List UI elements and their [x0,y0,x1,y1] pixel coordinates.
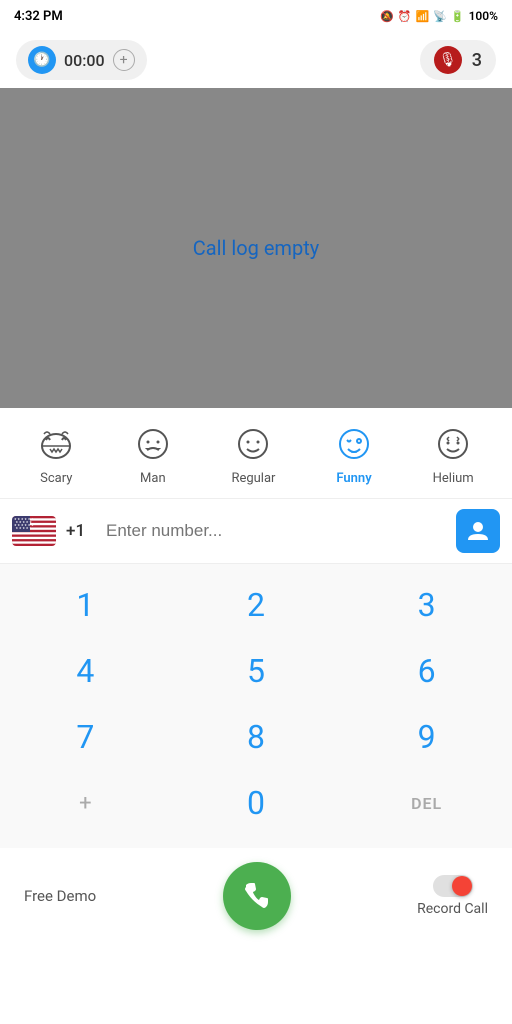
clock-icon: 🕐 [28,46,56,74]
dialpad-key-3[interactable]: 3 [377,574,477,636]
dialpad: 1 2 3 4 5 6 7 8 9 + 0 DEL [0,564,512,848]
dialpad-key-del[interactable]: DEL [377,772,477,834]
svg-text:★ ★ ★ ★ ★: ★ ★ ★ ★ ★ [16,526,33,530]
status-bar: 4:32 PM 🔕 ⏰ 📶 📡 🔋 100% [0,0,512,32]
voice-label-helium: Helium [433,471,474,486]
mic-pill[interactable]: 🎙 3 [420,40,496,80]
timer-value: 00:00 [64,51,105,70]
dialpad-key-plus[interactable]: + [35,772,135,834]
record-call-label: Record Call [417,901,488,917]
bottom-bar: Free Demo Record Call [0,848,512,950]
wifi-icon: 📡 [433,10,447,23]
toggle-thumb [452,876,472,896]
call-button[interactable] [223,862,291,930]
call-log-area: Call log empty [0,88,512,408]
voice-item-regular[interactable]: Regular [221,422,285,490]
dialpad-row-1: 1 2 3 [0,574,512,636]
record-call-container[interactable]: Record Call [417,875,488,917]
dialpad-key-2[interactable]: 2 [206,574,306,636]
regular-icon [235,426,271,467]
contacts-button[interactable] [456,509,500,553]
timer-plus-button[interactable]: + [113,49,135,71]
funny-icon [336,426,372,467]
phone-input-row: ★ ★ ★ ★ ★ ★ ★ ★ ★ ★ ★ ★ ★ ★ ★ ★ ★ ★ ★ ★ … [0,499,512,564]
voice-label-funny: Funny [336,471,371,486]
dialpad-row-4: + 0 DEL [0,772,512,834]
scary-icon [38,426,74,467]
dialpad-key-0[interactable]: 0 [206,772,306,834]
dialpad-row-3: 7 8 9 [0,706,512,768]
timer-pill[interactable]: 🕐 00:00 + [16,40,147,80]
country-flag[interactable]: ★ ★ ★ ★ ★ ★ ★ ★ ★ ★ ★ ★ ★ ★ ★ ★ ★ ★ ★ ★ … [12,516,56,546]
dialpad-key-1[interactable]: 1 [35,574,135,636]
man-icon [135,426,171,467]
voice-item-helium[interactable]: Helium [423,422,484,490]
dialpad-key-9[interactable]: 9 [377,706,477,768]
country-code: +1 [66,521,96,541]
dialpad-key-7[interactable]: 7 [35,706,135,768]
voice-label-man: Man [140,471,166,486]
free-demo-label[interactable]: Free Demo [24,887,96,905]
voice-item-funny[interactable]: Funny [326,422,382,490]
voice-label-scary: Scary [40,471,72,486]
helium-icon [435,426,471,467]
status-icons: 🔕 ⏰ 📶 📡 🔋 100% [380,9,498,23]
battery-percent: 100% [469,9,498,23]
mic-icon: 🎙 [434,46,462,74]
voice-item-scary[interactable]: Scary [28,422,84,490]
mic-count: 3 [472,50,482,71]
voice-selector: Scary Man Regular [0,408,512,499]
dialpad-key-4[interactable]: 4 [35,640,135,702]
record-toggle[interactable] [433,875,473,897]
call-log-empty-message: Call log empty [193,236,319,260]
dialpad-key-8[interactable]: 8 [206,706,306,768]
battery-icon: 🔋 [451,10,465,23]
dialpad-row-2: 4 5 6 [0,640,512,702]
top-bar: 🕐 00:00 + 🎙 3 [0,32,512,88]
signal-icon: 📶 [415,10,429,23]
dialpad-key-5[interactable]: 5 [206,640,306,702]
voice-label-regular: Regular [231,471,275,486]
alarm-icon: ⏰ [398,10,412,23]
dialpad-key-6[interactable]: 6 [377,640,477,702]
mute-icon: 🔕 [380,10,394,23]
voice-item-man[interactable]: Man [125,422,181,490]
toggle-track[interactable] [433,875,473,897]
status-time: 4:32 PM [14,9,63,24]
phone-number-input[interactable] [106,521,446,541]
